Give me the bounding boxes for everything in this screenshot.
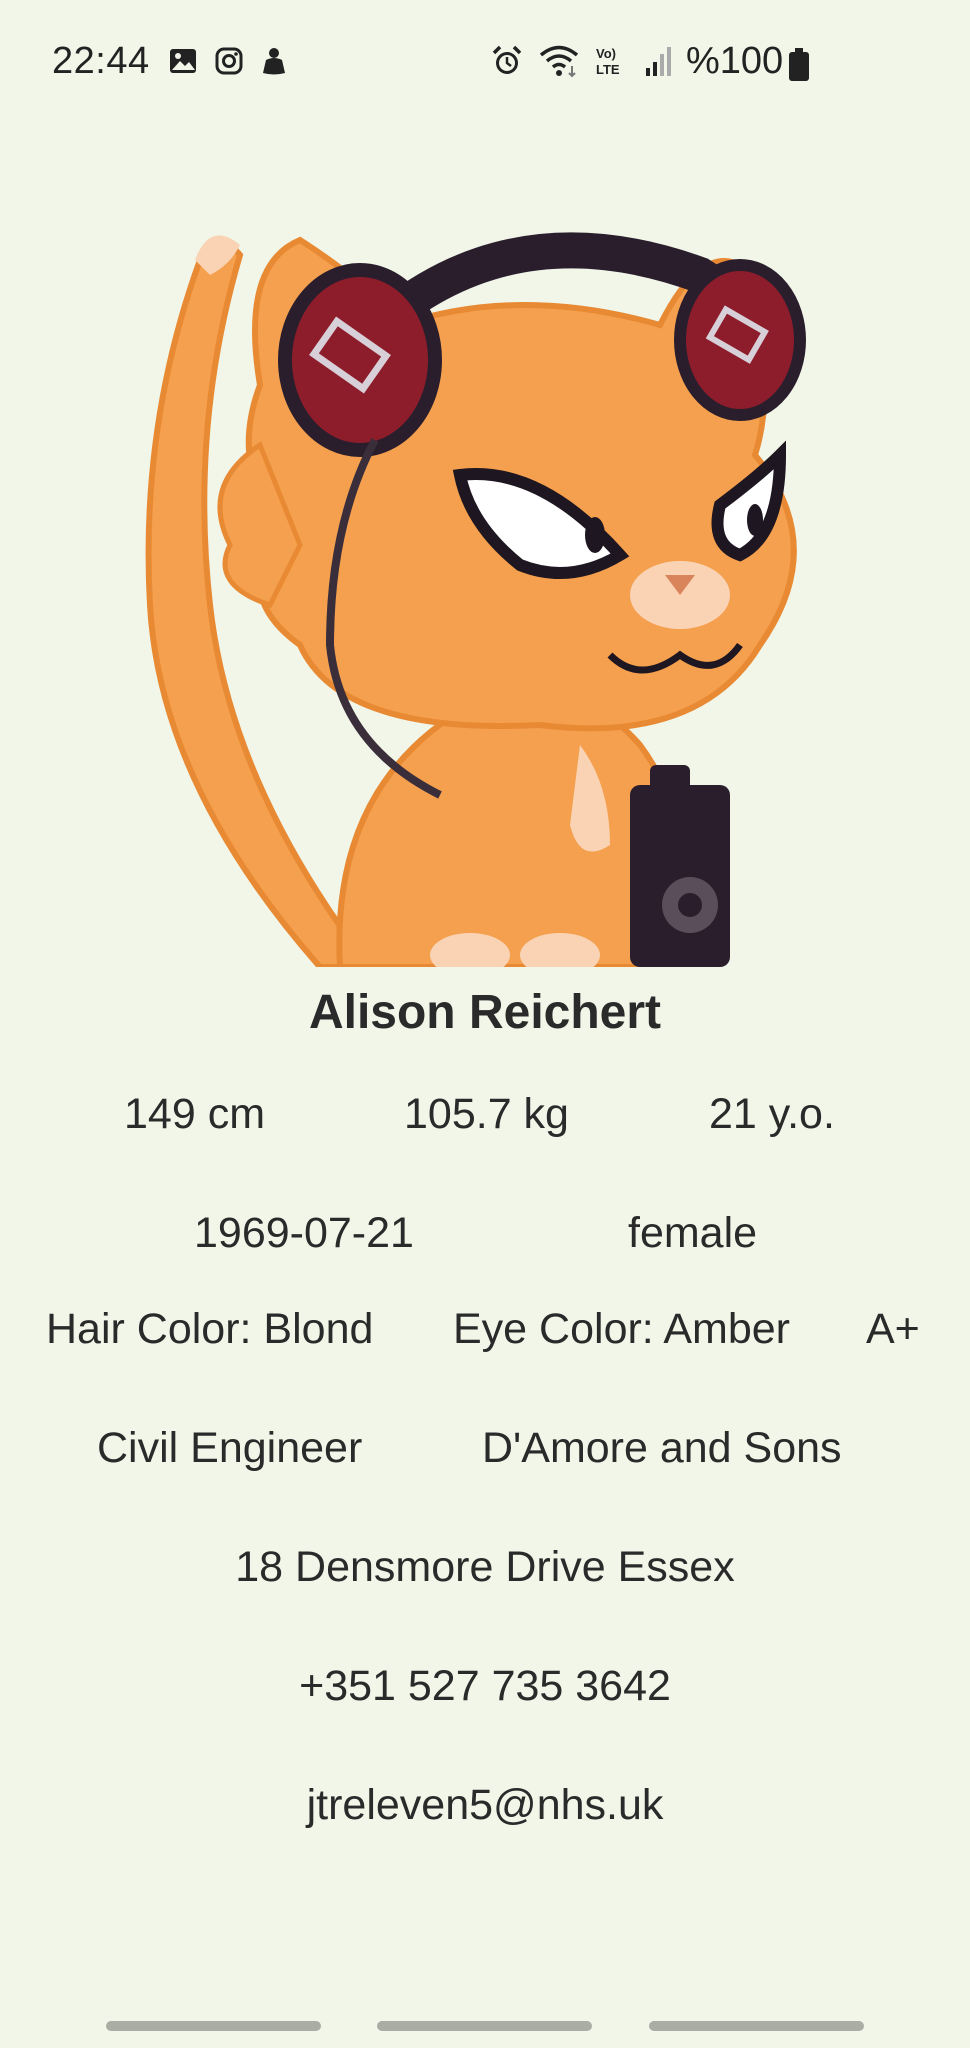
battery-icon xyxy=(788,48,810,87)
avatar-image xyxy=(140,225,840,977)
birth-date-value: 1969-07-21 xyxy=(194,1209,414,1257)
age-value: 21 y.o. xyxy=(709,1090,835,1138)
status-right-icons: Vo) LTE xyxy=(490,44,674,83)
phone-value: +351 527 735 3642 xyxy=(299,1662,671,1710)
cat-avatar-illustration xyxy=(145,232,806,977)
gender-value: female xyxy=(628,1209,758,1257)
gallery-icon xyxy=(168,46,198,81)
status-time: 22:44 xyxy=(52,40,150,82)
status-bar: 22:44 Vo) LTE %100 xyxy=(0,0,970,120)
hair-color-value: Hair Color: Blond xyxy=(46,1305,374,1353)
instagram-icon xyxy=(214,46,244,81)
volte-icon: Vo) LTE xyxy=(594,44,630,83)
battery-percent: %100 xyxy=(686,40,784,82)
nav-home-button[interactable] xyxy=(377,2021,592,2031)
svg-text:LTE: LTE xyxy=(596,62,620,77)
height-value: 149 cm xyxy=(124,1090,266,1138)
nav-recents-button[interactable] xyxy=(106,2021,321,2031)
weight-value: 105.7 kg xyxy=(404,1090,569,1138)
status-left-icons xyxy=(168,46,288,81)
company-value: D'Amore and Sons xyxy=(482,1424,842,1472)
signal-icon xyxy=(644,44,674,83)
profile-name: Alison Reichert xyxy=(308,986,662,1039)
person-icon xyxy=(260,46,288,81)
wifi-icon xyxy=(538,44,580,83)
nav-back-button[interactable] xyxy=(649,2021,864,2031)
alarm-icon xyxy=(490,44,524,83)
job-title-value: Civil Engineer xyxy=(97,1424,363,1472)
blood-type-value: A+ xyxy=(866,1305,920,1353)
eye-color-value: Eye Color: Amber xyxy=(453,1305,790,1353)
email-value: jtreleven5@nhs.uk xyxy=(306,1781,664,1829)
svg-text:Vo): Vo) xyxy=(596,46,616,61)
address-value: 18 Densmore Drive Essex xyxy=(235,1543,735,1591)
